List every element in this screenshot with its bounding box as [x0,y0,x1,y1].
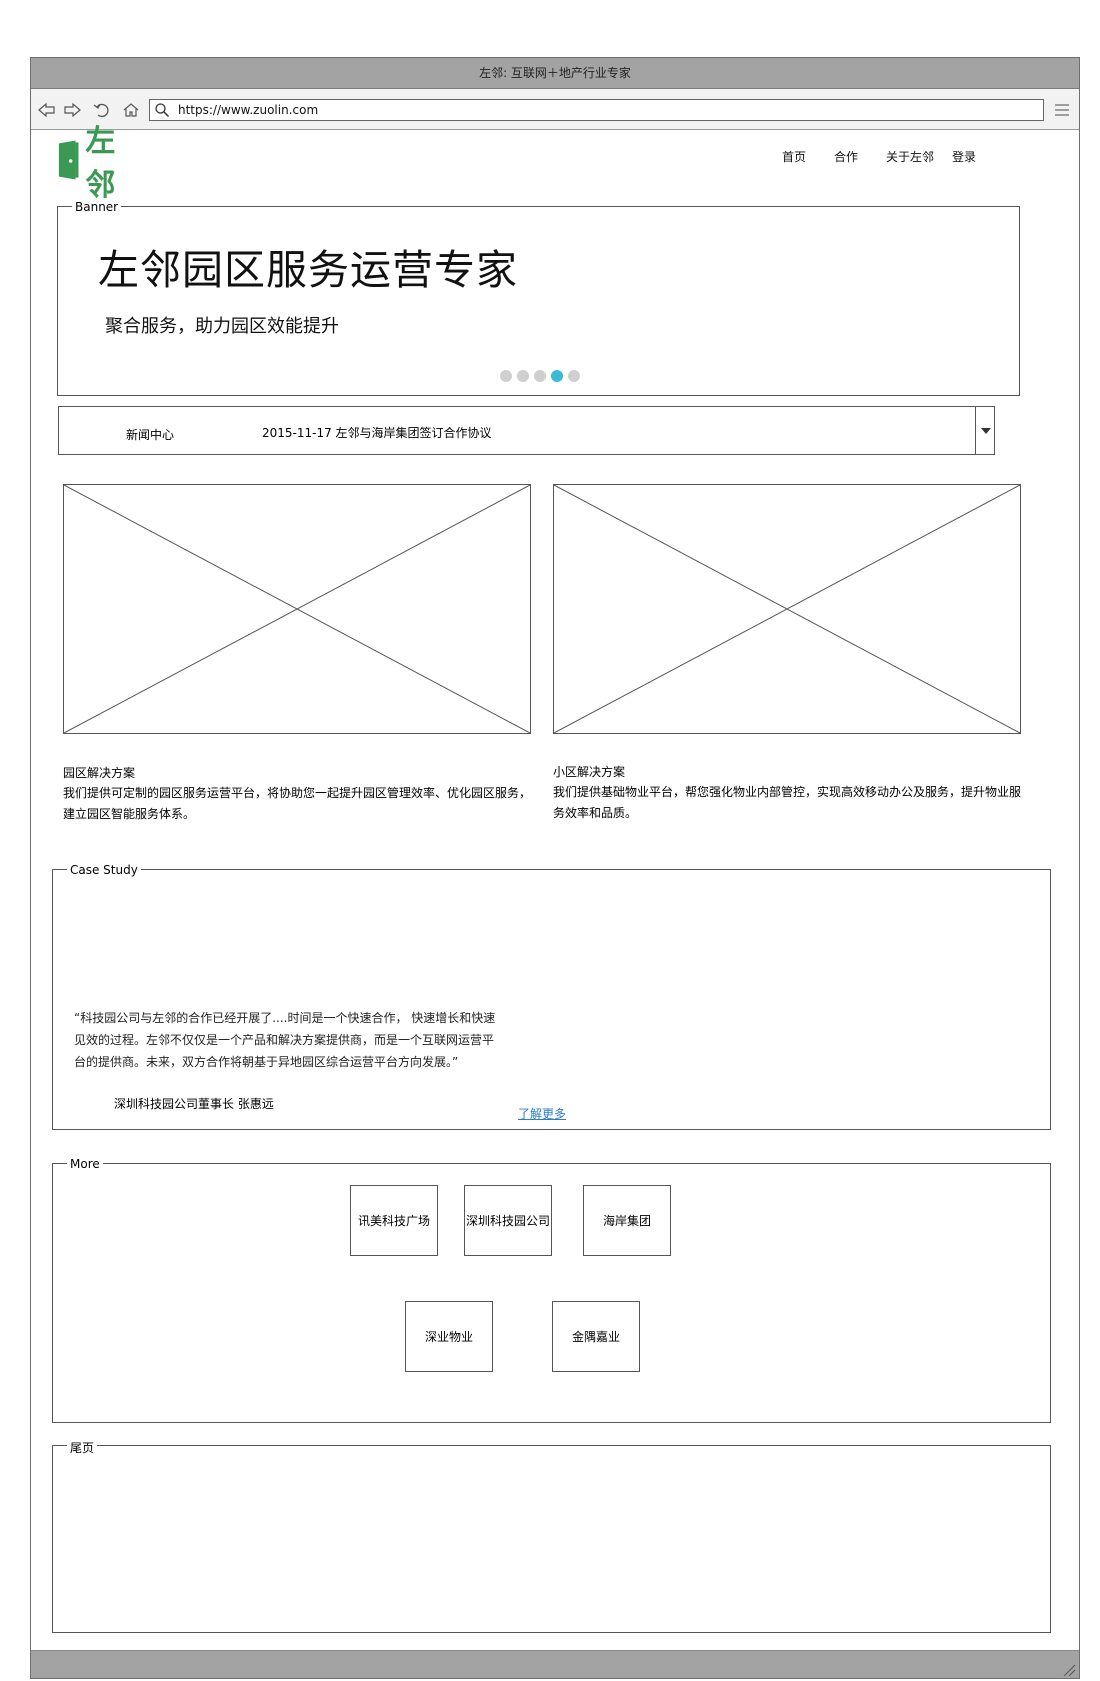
park-solution-title[interactable]: 园区解决方案 [63,764,135,781]
hamburger-menu-icon[interactable] [1053,102,1071,118]
quote-author: 深圳科技园公司董事长 张惠远 [114,1097,274,1111]
partner-card[interactable]: 深业物业 [405,1301,493,1372]
case-study-group [52,869,1051,1130]
url-input[interactable]: https://www.zuolin.com [149,99,1044,121]
back-icon[interactable] [37,100,57,120]
image-placeholder [63,484,531,734]
nav-about[interactable]: 关于左邻 [886,148,934,165]
community-solution-title[interactable]: 小区解决方案 [553,763,625,780]
partner-card[interactable]: 讯美科技广场 [350,1185,438,1256]
carousel-dot[interactable] [517,370,529,382]
footer-group [52,1445,1051,1633]
logo-text: 左邻 [85,124,117,203]
carousel-dot[interactable] [534,370,546,382]
case-study-legend: Case Study [67,863,141,877]
forward-icon[interactable] [62,100,82,120]
community-solution-desc: 我们提供基础物业平台，帮您强化物业内部管控，实现高效移动办公及服务，提升物业服务… [553,785,1022,820]
carousel-dots [500,370,580,382]
banner-subtitle: 聚合服务，助力园区效能提升 [105,316,339,337]
carousel-dot[interactable] [568,370,580,382]
carousel-dot-active[interactable] [551,370,563,382]
search-icon [154,102,170,118]
banner-title: 左邻园区服务运营专家 [98,246,518,294]
park-solution-desc: 我们提供可定制的园区服务运营平台，将协助您一起提升园区管理效率、优化园区服务，建… [63,786,532,821]
news-center-label: 新闻中心 [126,428,175,442]
door-logo-icon [58,140,79,180]
partner-card[interactable]: 金隅嘉业 [552,1301,640,1372]
nav-home[interactable]: 首页 [782,148,806,165]
image-placeholder [553,484,1021,734]
news-select[interactable] [58,406,995,455]
nav-cooperation[interactable]: 合作 [834,148,858,165]
footer-legend: 尾页 [67,1439,98,1456]
window-title: 左邻: 互联网＋地产行业专家 [31,58,1079,89]
banner-legend: Banner [72,200,122,214]
dropdown-arrow-icon[interactable] [975,406,995,455]
carousel-dot[interactable] [500,370,512,382]
status-bar [31,1650,1079,1678]
logo[interactable]: 左邻 [56,124,146,203]
learn-more-link[interactable]: 了解更多 [518,1105,566,1122]
banner-group [57,206,1020,396]
news-item[interactable]: 2015-11-17 左邻与海岸集团签订合作协议 [262,424,492,441]
partner-card[interactable]: 深圳科技园公司 [464,1185,552,1256]
resize-handle-icon[interactable] [1062,1662,1076,1677]
more-legend: More [67,1157,103,1171]
case-quote: “科技园公司与左邻的合作已经开展了....时间是一个快速合作， 快速增长和快速见… [74,1011,496,1069]
nav-login[interactable]: 登录 [952,148,976,165]
partner-card[interactable]: 海岸集团 [583,1185,671,1256]
